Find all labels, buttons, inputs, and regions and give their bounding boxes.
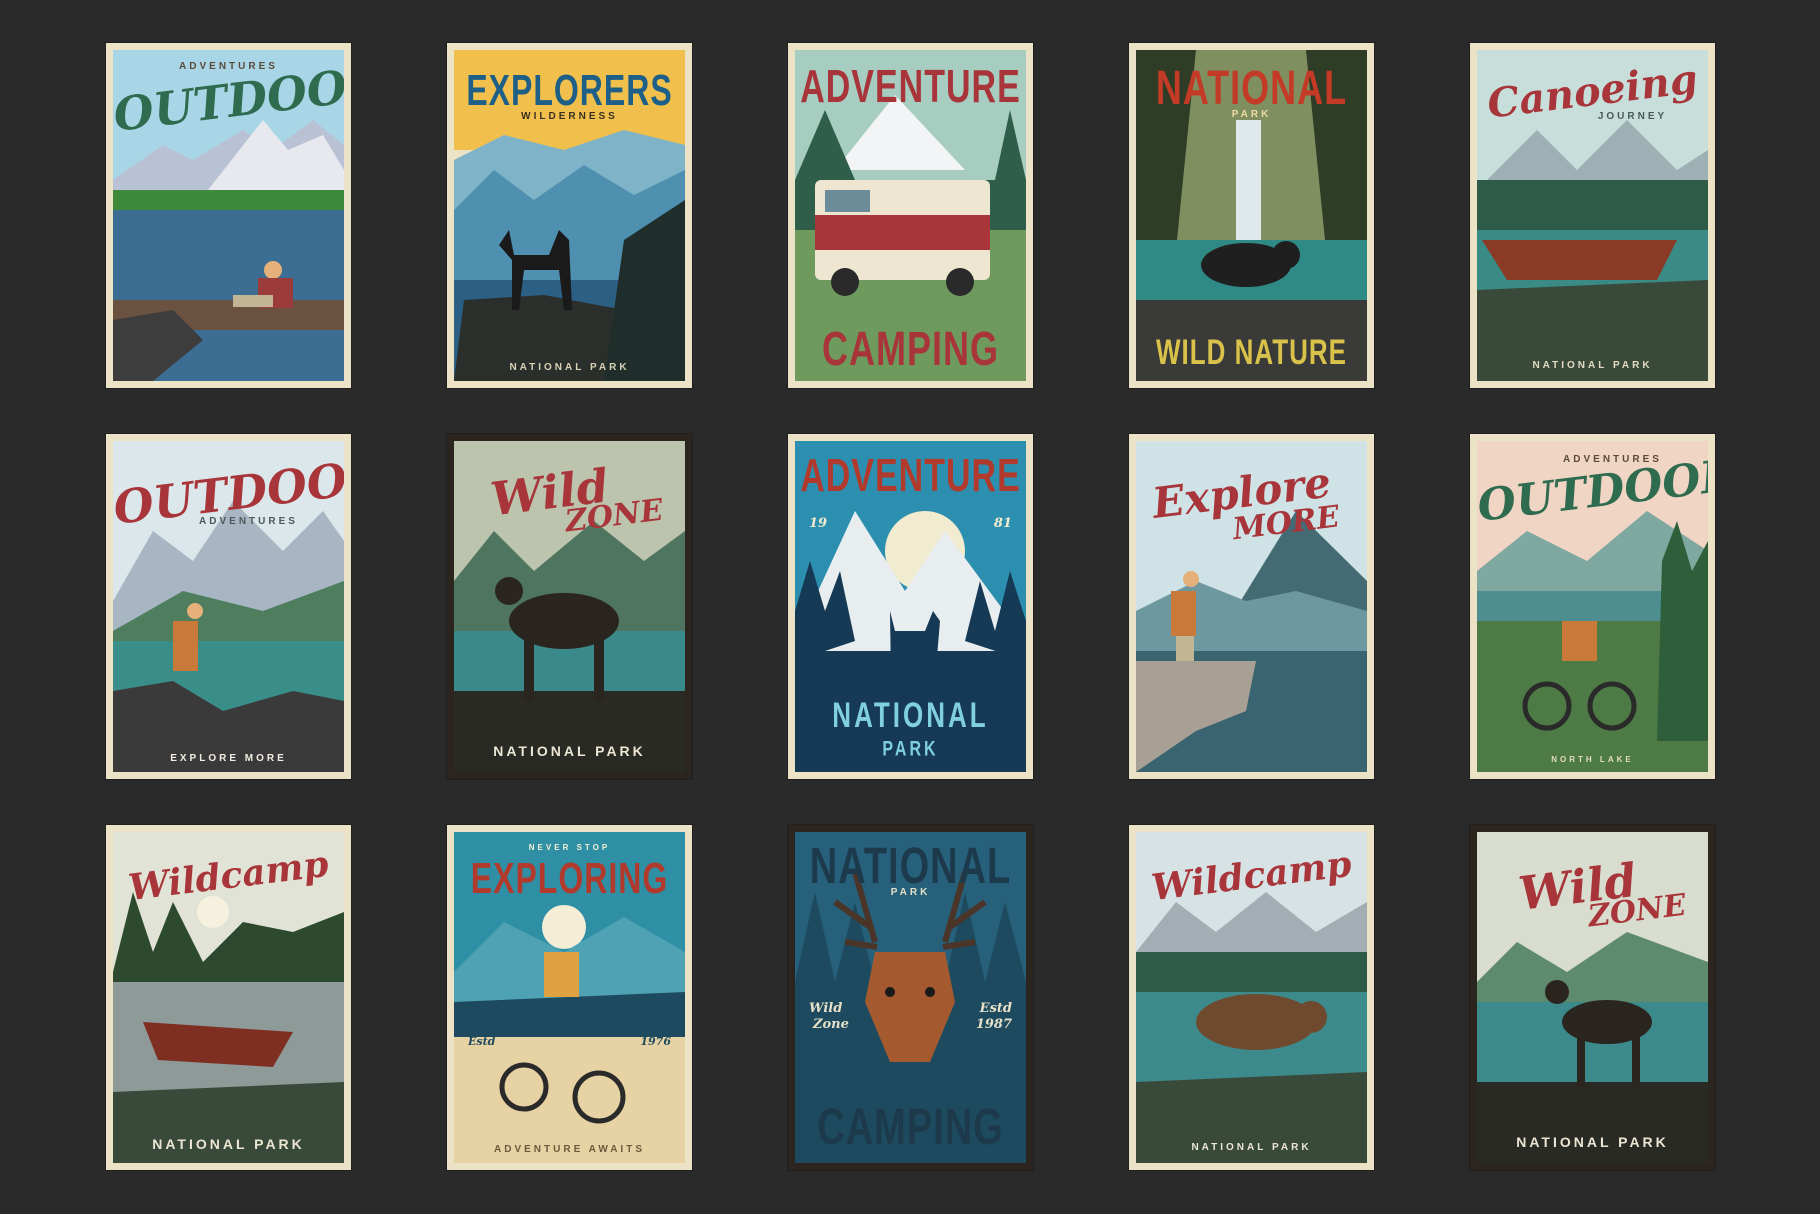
poster-subtitle: PARK bbox=[890, 887, 931, 898]
poster-footer: NORTH LAKE bbox=[1551, 755, 1634, 764]
poster-wild-zone-deer[interactable]: Wild ZONE NATIONAL PARK bbox=[1470, 825, 1715, 1170]
poster-badge-left-line1: Wild bbox=[809, 1001, 843, 1016]
poster-explore-more[interactable]: Explore MORE bbox=[1129, 434, 1374, 779]
poster-wildcamp-bear[interactable]: Wildcamp NATIONAL PARK bbox=[1129, 825, 1374, 1170]
poster-artwork: Wild ZONE NATIONAL PARK bbox=[1477, 832, 1708, 1163]
poster-adventure-national-park[interactable]: ADVENTURE 19 81 NATIONAL PARK bbox=[788, 434, 1033, 779]
poster-badge-right: 1976 bbox=[640, 1035, 671, 1048]
poster-footer: NATIONAL PARK bbox=[152, 1136, 305, 1152]
poster-outdoor-biker[interactable]: ADVENTURES OUTDOOR NORTH LAKE bbox=[1470, 434, 1715, 779]
poster-title: EXPLORING bbox=[470, 853, 669, 903]
poster-subtitle: WILDERNESS bbox=[521, 111, 618, 122]
poster-artwork: Wildcamp NATIONAL PARK bbox=[113, 832, 344, 1163]
poster-title: ADVENTURE bbox=[800, 61, 1021, 113]
poster-subtitle: JOURNEY bbox=[1597, 111, 1668, 122]
poster-subtitle: NEVER STOP bbox=[528, 843, 611, 852]
poster-badge-right-line2: 1987 bbox=[975, 1017, 1012, 1032]
poster-artwork: ADVENTURE CAMPING bbox=[795, 50, 1026, 381]
poster-badge-right-line1: Estd bbox=[979, 1001, 1012, 1016]
poster-footer: EXPLORE MORE bbox=[170, 753, 287, 764]
poster-footer: NATIONAL PARK bbox=[1191, 1142, 1312, 1153]
poster-grid: ADVENTURES OUTDOOR EXPLORERS WILDERNESS … bbox=[106, 43, 1715, 1170]
poster-never-stop-exploring[interactable]: NEVER STOP EXPLORING Estd 1976 ADVENTURE… bbox=[447, 825, 692, 1170]
poster-outdoor-lake[interactable]: ADVENTURES OUTDOOR bbox=[106, 43, 351, 388]
poster-wildcamp-canoe[interactable]: Wildcamp NATIONAL PARK bbox=[106, 825, 351, 1170]
poster-artwork: Wildcamp NATIONAL PARK bbox=[1136, 832, 1367, 1163]
poster-footer: CAMPING bbox=[817, 1099, 1004, 1157]
poster-artwork: NATIONAL PARK WILD NATURE bbox=[1136, 50, 1367, 381]
poster-artwork: ADVENTURE 19 81 NATIONAL PARK bbox=[795, 441, 1026, 772]
poster-artwork: Wild ZONE NATIONAL PARK bbox=[454, 441, 685, 772]
poster-explorers[interactable]: EXPLORERS WILDERNESS NATIONAL PARK bbox=[447, 43, 692, 388]
poster-artwork: OUTDOOR ADVENTURES EXPLORE MORE bbox=[113, 441, 344, 772]
poster-footer: NATIONAL PARK bbox=[493, 743, 646, 759]
poster-artwork: NATIONAL PARK Wild Zone Estd 1987 CAMPIN… bbox=[795, 832, 1026, 1163]
poster-national-park-bear[interactable]: NATIONAL PARK WILD NATURE bbox=[1129, 43, 1374, 388]
poster-artwork: Explore MORE bbox=[1136, 441, 1367, 772]
poster-year-left: 19 bbox=[809, 516, 828, 531]
poster-footer: NATIONAL PARK bbox=[1516, 1134, 1669, 1150]
poster-outdoor-hiker[interactable]: OUTDOOR ADVENTURES EXPLORE MORE bbox=[106, 434, 351, 779]
poster-footer: NATIONAL PARK bbox=[1532, 360, 1653, 371]
poster-badge-left-line2: Zone bbox=[813, 1017, 849, 1032]
poster-badge-left: Estd bbox=[468, 1035, 496, 1048]
poster-footer-line1: NATIONAL bbox=[832, 694, 989, 736]
poster-subtitle: ADVENTURES bbox=[199, 516, 298, 527]
poster-subtitle: PARK bbox=[1231, 109, 1272, 120]
poster-title: NATIONAL bbox=[809, 838, 1012, 896]
poster-artwork: ADVENTURES OUTDOOR NORTH LAKE bbox=[1477, 441, 1708, 772]
poster-year-right: 81 bbox=[993, 516, 1012, 531]
poster-artwork: ADVENTURES OUTDOOR bbox=[113, 50, 344, 381]
poster-artwork: Canoeing JOURNEY NATIONAL PARK bbox=[1477, 50, 1708, 381]
poster-footer-line2: PARK bbox=[882, 737, 939, 761]
poster-footer: NATIONAL PARK bbox=[509, 362, 630, 373]
poster-footer: ADVENTURE AWAITS bbox=[494, 1144, 645, 1155]
poster-title: NATIONAL bbox=[1155, 59, 1348, 115]
poster-artwork: EXPLORERS WILDERNESS NATIONAL PARK bbox=[454, 50, 685, 381]
poster-title: ADVENTURE bbox=[800, 450, 1021, 502]
poster-artwork: NEVER STOP EXPLORING Estd 1976 ADVENTURE… bbox=[454, 832, 685, 1163]
poster-title: EXPLORERS bbox=[466, 65, 673, 115]
poster-national-park-camping[interactable]: NATIONAL PARK Wild Zone Estd 1987 CAMPIN… bbox=[788, 825, 1033, 1170]
poster-footer: CAMPING bbox=[822, 320, 999, 376]
poster-canoeing-journey[interactable]: Canoeing JOURNEY NATIONAL PARK bbox=[1470, 43, 1715, 388]
poster-wild-zone-moose[interactable]: Wild ZONE NATIONAL PARK bbox=[447, 434, 692, 779]
poster-adventure-camping[interactable]: ADVENTURE CAMPING bbox=[788, 43, 1033, 388]
poster-footer: WILD NATURE bbox=[1155, 331, 1348, 373]
